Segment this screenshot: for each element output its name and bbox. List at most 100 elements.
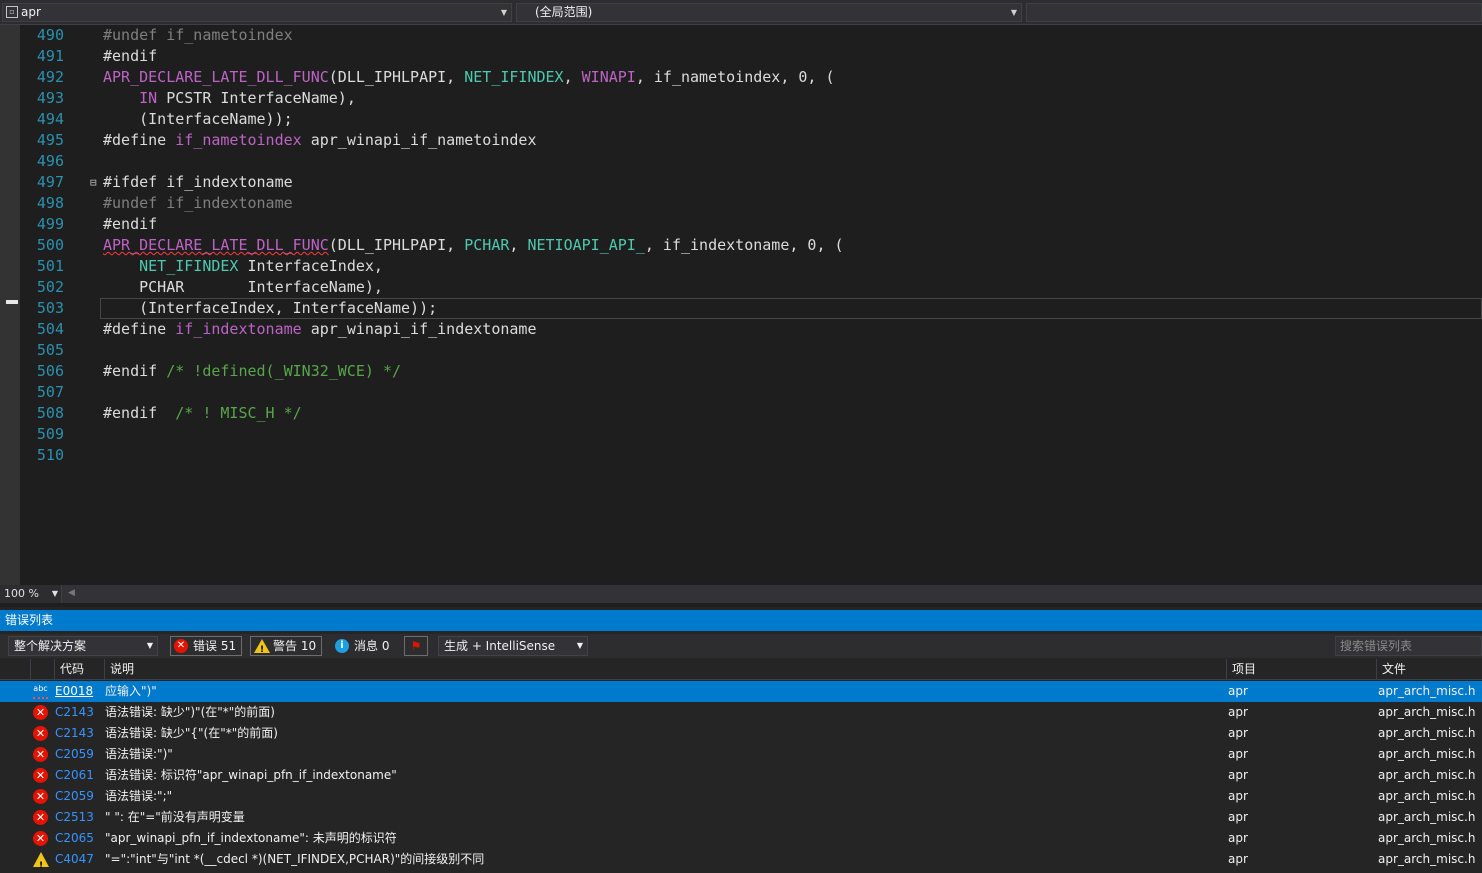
scope-filter-dropdown[interactable]: 整个解决方案 ▼: [8, 636, 158, 656]
panel-title: 错误列表: [0, 610, 1482, 631]
code-line[interactable]: 496: [20, 151, 1482, 172]
column-project[interactable]: 项目: [1226, 659, 1376, 680]
code-token: #undef if_indextoname: [103, 194, 293, 212]
code-text: #ifdef if_indextoname: [103, 172, 293, 193]
table-row[interactable]: ! C4047 "=":"int"与"int *(__cdecl *)(NET_IF…: [0, 849, 1482, 871]
cell-code[interactable]: C2059: [55, 786, 103, 807]
cell-code[interactable]: C4047: [55, 849, 103, 870]
cell-code[interactable]: C2143: [55, 702, 103, 723]
search-error-list-input[interactable]: 搜索错误列表: [1335, 636, 1482, 656]
cell-code[interactable]: C2065: [55, 828, 103, 849]
code-line[interactable]: 506 #endif /* !defined(_WIN32_WCE) */: [20, 361, 1482, 382]
error-icon: ✕: [174, 639, 188, 653]
code-text: #define if_indextoname apr_winapi_if_ind…: [103, 319, 537, 340]
chevron-down-icon: ▼: [146, 641, 153, 650]
info-icon: i: [335, 639, 349, 653]
zoom-dropdown[interactable]: 100 % ▼: [0, 585, 62, 603]
cell-file: apr_arch_misc.h: [1378, 705, 1476, 719]
member-dropdown[interactable]: [1026, 3, 1482, 22]
column-code[interactable]: 代码: [54, 659, 104, 680]
code-line[interactable]: 495 #define if_nametoindex apr_winapi_if_…: [20, 130, 1482, 151]
code-line[interactable]: 498 #undef if_indextoname: [20, 193, 1482, 214]
table-row[interactable]: ✕ C2061 语法错误: 标识符"apr_winapi_pfn_if_indext…: [0, 765, 1482, 786]
cell-project: apr: [1228, 768, 1248, 782]
line-number: 490: [36, 26, 64, 44]
table-row[interactable]: ✕ C2059 语法错误:")" apr apr_arch_misc.h: [0, 744, 1482, 765]
line-number: 497: [36, 173, 64, 191]
scope-dropdown[interactable]: (全局范围) ▼: [516, 3, 1022, 22]
code-line[interactable]: 493 IN PCSTR InterfaceName),: [20, 88, 1482, 109]
cell-code[interactable]: C2061: [55, 765, 103, 786]
warnings-toggle-button[interactable]: ! 警告 10: [250, 636, 322, 656]
column-description[interactable]: 说明: [104, 659, 1226, 680]
error-icon: ✕: [33, 789, 48, 804]
error-icon: ✕: [33, 810, 48, 825]
table-row[interactable]: ✕ C2059 语法错误:";" apr apr_arch_misc.h: [0, 786, 1482, 807]
zoom-level: 100 %: [4, 587, 39, 600]
filter-icon[interactable]: ⚑: [404, 636, 428, 656]
code-line[interactable]: 505: [20, 340, 1482, 361]
cell-project: apr: [1228, 726, 1248, 740]
cell-file: apr_arch_misc.h: [1378, 810, 1476, 824]
code-line[interactable]: 500 APR_DECLARE_LATE_DLL_FUNC(DLL_IPHLPAP…: [20, 235, 1482, 256]
code-line[interactable]: 501 NET_IFINDEX InterfaceIndex,: [20, 256, 1482, 277]
line-number: 499: [36, 215, 64, 233]
cell-project: apr: [1228, 747, 1248, 761]
code-line[interactable]: 497 ⊟ #ifdef if_indextoname: [20, 172, 1482, 193]
cell-code[interactable]: C2143: [55, 723, 103, 744]
code-line[interactable]: 510: [20, 445, 1482, 466]
table-row[interactable]: ✕ C2513 " ": 在"="前没有声明变量 apr apr_arch_misc.h: [0, 807, 1482, 828]
build-filter-dropdown[interactable]: 生成 + IntelliSense ▼: [438, 636, 588, 656]
cell-project: apr: [1228, 852, 1248, 866]
warnings-count: 警告 10: [273, 639, 317, 653]
table-row[interactable]: ✕ C2065 "apr_winapi_pfn_if_indextoname": 未…: [0, 828, 1482, 849]
code-line[interactable]: 490 #undef if_nametoindex: [20, 25, 1482, 46]
project-dropdown[interactable]: ▫ apr ▼: [2, 3, 512, 22]
code-token: if_indextoname: [175, 320, 302, 338]
cell-code[interactable]: E0018: [55, 681, 103, 702]
code-line[interactable]: 504 #define if_indextoname apr_winapi_if_…: [20, 319, 1482, 340]
error-rows: abc E0018 应输入")" apr apr_arch_misc.h ✕ C2143 语法…: [0, 681, 1482, 871]
code-line[interactable]: 509: [20, 424, 1482, 445]
messages-toggle-button[interactable]: i 消息 0: [331, 636, 396, 656]
code-editor[interactable]: 490 #undef if_nametoindex 491 #endif 492 APR_…: [0, 25, 1482, 585]
table-row[interactable]: abc E0018 应输入")" apr apr_arch_misc.h: [0, 681, 1482, 702]
code-line[interactable]: 507: [20, 382, 1482, 403]
error-list-toolbar: 整个解决方案 ▼ ✕ 错误 51 ! 警告 10 i 消息 0 ⚑ 生成 + I…: [0, 634, 1482, 658]
collapse-icon[interactable]: ⊟: [90, 172, 100, 193]
code-line[interactable]: 492 APR_DECLARE_LATE_DLL_FUNC(DLL_IPHLPAP…: [20, 67, 1482, 88]
table-row[interactable]: ✕ C2143 语法错误: 缺少")"(在"*"的前面) apr apr_arch_mi…: [0, 702, 1482, 723]
line-number: 509: [36, 425, 64, 443]
cell-code[interactable]: C2513: [55, 807, 103, 828]
scroll-left-icon[interactable]: ◀: [68, 588, 75, 598]
errors-toggle-button[interactable]: ✕ 错误 51: [170, 636, 242, 656]
cell-file: apr_arch_misc.h: [1378, 768, 1476, 782]
sort-column[interactable]: [30, 659, 54, 680]
code-line[interactable]: 502 PCHAR InterfaceName),: [20, 277, 1482, 298]
cell-code[interactable]: C2059: [55, 744, 103, 765]
code-text: NET_IFINDEX InterfaceIndex,: [103, 256, 383, 277]
line-number: 498: [36, 194, 64, 212]
code-text: #endif /* ! MISC_H */: [103, 403, 302, 424]
code-token: APR_DECLARE_LATE_DLL_FUNC: [103, 68, 329, 86]
code-text: (InterfaceName));: [103, 109, 293, 130]
column-file[interactable]: 文件: [1376, 659, 1482, 680]
code-text: #endif: [103, 46, 157, 67]
messages-count: 消息 0: [354, 639, 390, 653]
error-icon: ✕: [33, 747, 48, 762]
code-token: IN: [139, 89, 158, 107]
line-number: 506: [36, 362, 64, 380]
code-line[interactable]: 503 (InterfaceIndex, InterfaceName));: [20, 298, 1482, 319]
line-number: 502: [36, 278, 64, 296]
code-lines[interactable]: 490 #undef if_nametoindex 491 #endif 492 APR_…: [20, 25, 1482, 466]
cell-desc: 应输入")": [105, 684, 157, 698]
project-icon: ▫: [6, 6, 18, 18]
line-number: 495: [36, 131, 64, 149]
code-token: (InterfaceIndex, InterfaceName));: [103, 299, 438, 317]
editor-status-bar: 100 % ▼ ◀: [0, 585, 1482, 603]
code-line[interactable]: 494 (InterfaceName));: [20, 109, 1482, 130]
code-line[interactable]: 508 #endif /* ! MISC_H */: [20, 403, 1482, 424]
table-row[interactable]: ✕ C2143 语法错误: 缺少"{"(在"*"的前面) apr apr_arch_mi…: [0, 723, 1482, 744]
code-line[interactable]: 491 #endif: [20, 46, 1482, 67]
code-line[interactable]: 499 #endif: [20, 214, 1482, 235]
